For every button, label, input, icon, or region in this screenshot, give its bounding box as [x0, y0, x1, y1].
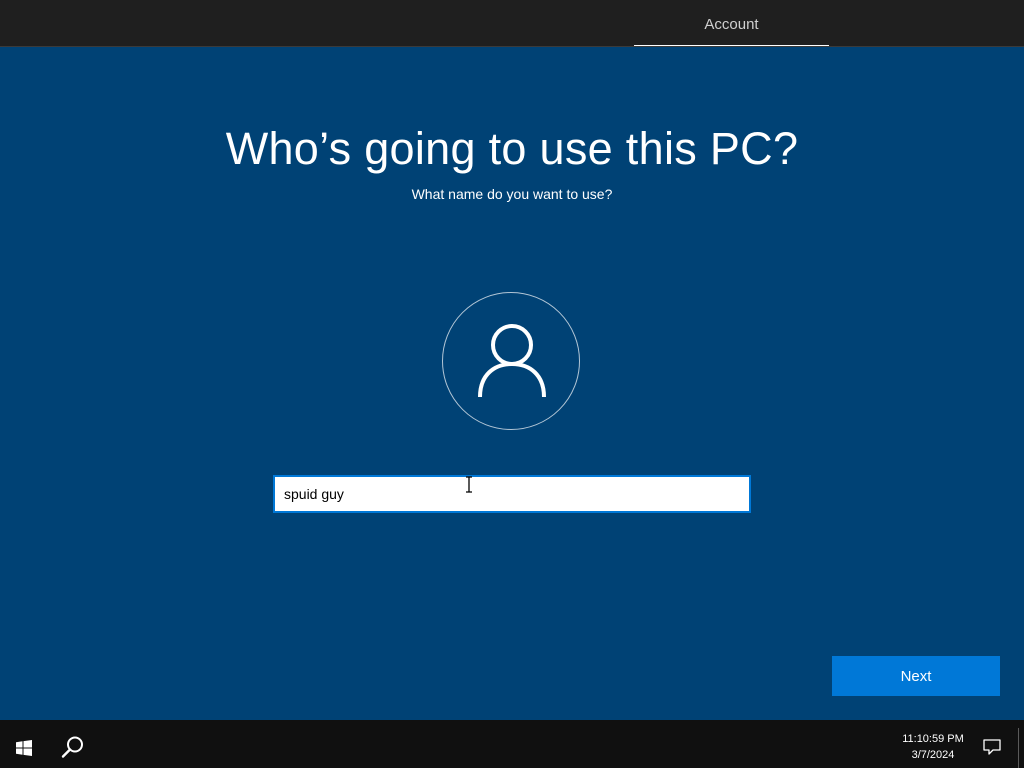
user-icon	[478, 324, 546, 398]
oobe-screen: Account Who’s going to use this PC? What…	[0, 0, 1024, 768]
step-tab-label: Account	[704, 16, 759, 33]
taskbar: 11:10:59 PM 3/7/2024	[0, 720, 1024, 768]
main-content: Who’s going to use this PC? What name do…	[0, 47, 1024, 720]
next-button[interactable]: Next	[832, 656, 1000, 696]
search-button[interactable]	[48, 720, 96, 768]
windows-logo-icon	[16, 740, 32, 756]
clock-time: 11:10:59 PM	[902, 733, 964, 745]
start-button[interactable]	[0, 720, 48, 768]
taskbar-clock[interactable]: 11:10:59 PM 3/7/2024	[890, 731, 976, 763]
action-center-icon	[983, 739, 1001, 755]
clock-date: 3/7/2024	[911, 749, 955, 761]
action-center-button[interactable]	[976, 720, 1008, 768]
user-name-input[interactable]	[273, 475, 751, 513]
step-tab-account: Account	[634, 0, 829, 47]
progress-header: Account	[0, 0, 1024, 47]
show-desktop-button[interactable]	[1018, 728, 1019, 768]
page-title: Who’s going to use this PC?	[225, 123, 799, 174]
page-subtitle: What name do you want to use?	[411, 186, 613, 202]
search-icon	[61, 736, 83, 758]
avatar	[442, 292, 580, 430]
